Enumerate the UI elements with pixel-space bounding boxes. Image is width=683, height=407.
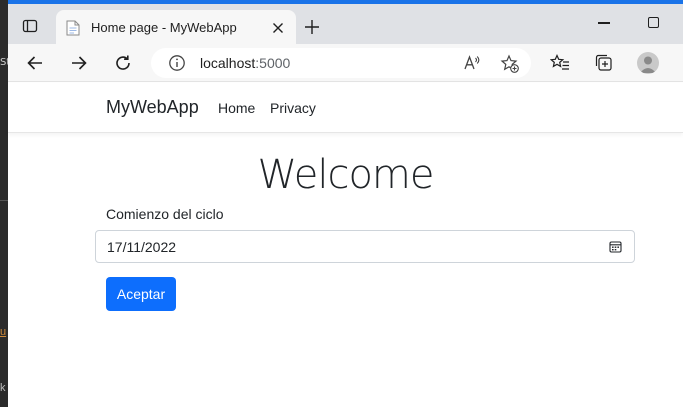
date-field-label: Comienzo del ciclo	[106, 206, 224, 222]
page-title: Welcome	[257, 152, 435, 198]
site-info-icon[interactable]	[168, 54, 186, 72]
background-window-text: k	[0, 382, 6, 394]
background-window-text: u	[0, 326, 7, 338]
add-favorite-icon[interactable]	[500, 54, 520, 74]
calendar-icon[interactable]	[609, 240, 622, 253]
close-tab-icon[interactable]	[272, 21, 284, 33]
page-icon	[66, 20, 80, 36]
refresh-icon[interactable]	[112, 52, 134, 74]
url-port: :5000	[255, 55, 291, 71]
address-bar[interactable]: localhost:5000	[151, 48, 531, 78]
nav-link-privacy[interactable]: Privacy	[270, 100, 316, 116]
minimize-icon[interactable]	[598, 22, 610, 24]
browser-window: Home page - MyWebApp localhost:5000 MyWe…	[8, 0, 683, 407]
new-tab-icon[interactable]	[304, 19, 320, 35]
url-host: localhost	[200, 55, 256, 71]
date-field[interactable]: 17/11/2022	[95, 230, 635, 263]
date-field-value: 17/11/2022	[107, 239, 177, 255]
site-navbar: MyWebApp Home Privacy	[8, 83, 683, 133]
tab-home-page[interactable]: Home page - MyWebApp	[56, 10, 296, 44]
maximize-icon[interactable]	[648, 17, 659, 28]
page-body: Welcome	[8, 0, 683, 198]
back-icon[interactable]	[24, 52, 46, 74]
url-text: localhost:5000	[200, 55, 290, 71]
background-window-divider	[0, 200, 8, 201]
profile-avatar[interactable]	[637, 52, 659, 74]
collections-icon[interactable]	[593, 52, 615, 74]
tab-actions-icon[interactable]	[22, 18, 38, 34]
browser-toolbar: localhost:5000	[8, 44, 683, 82]
nav-link-home[interactable]: Home	[218, 100, 255, 116]
favorites-icon[interactable]	[549, 52, 571, 74]
tab-strip: Home page - MyWebApp	[8, 0, 683, 44]
navbar-brand-link[interactable]: MyWebApp	[106, 97, 199, 118]
read-aloud-icon[interactable]	[463, 54, 481, 72]
background-window: St u k	[0, 0, 10, 407]
forward-icon[interactable]	[68, 52, 90, 74]
submit-button[interactable]: Aceptar	[106, 277, 176, 311]
tab-title: Home page - MyWebApp	[91, 20, 237, 35]
